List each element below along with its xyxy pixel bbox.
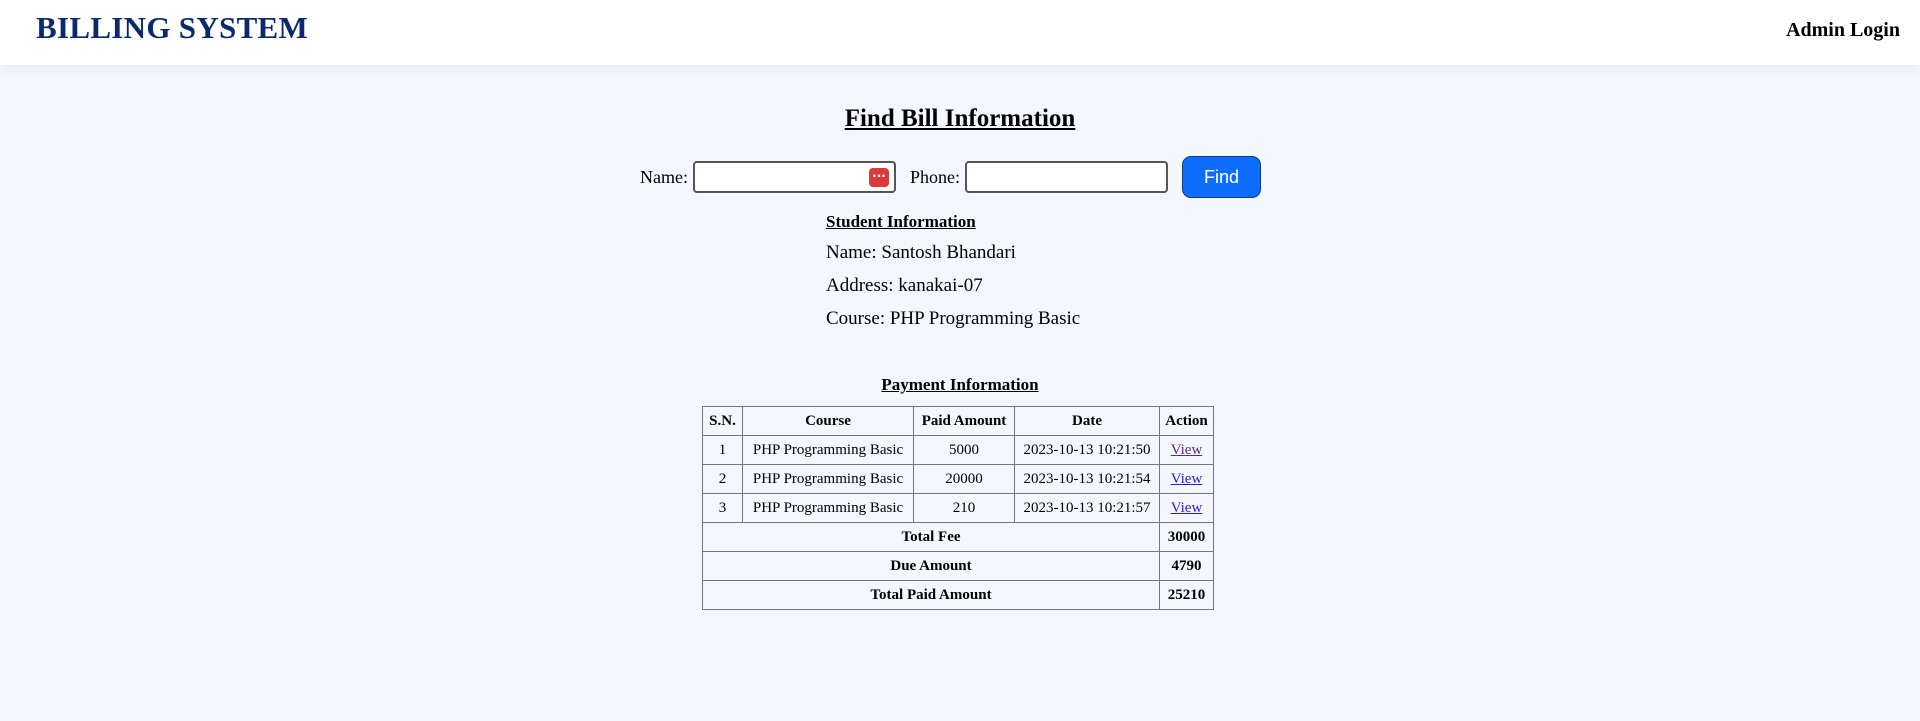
row-action-cell: View [1159,493,1214,523]
table-row: 3 PHP Programming Basic 210 2023-10-13 1… [702,493,1214,523]
view-link[interactable]: View [1171,500,1203,516]
column-header-action: Action [1159,406,1214,436]
row-course: PHP Programming Basic [742,493,914,523]
payment-info-heading: Payment Information [881,375,1039,394]
row-sn: 1 [702,435,743,465]
row-date: 2023-10-13 10:21:54 [1014,464,1160,494]
top-navbar: BILLING SYSTEM Admin Login [0,0,1920,65]
find-button[interactable]: Find [1182,156,1261,198]
row-course: PHP Programming Basic [742,435,914,465]
column-header-course: Course [742,406,914,436]
table-header-row: S.N. Course Paid Amount Date Action [702,406,1214,436]
total-fee-row: Total Fee 30000 [702,522,1214,552]
phone-label: Phone: [909,166,960,187]
total-paid-value: 25210 [1159,580,1214,610]
student-information: Student Information Name: Santosh Bhanda… [826,212,1080,340]
password-manager-icon[interactable]: ··· [868,168,889,187]
search-form: Name: ··· Phone: Find [640,156,1261,198]
row-action-cell: View [1159,464,1214,494]
table-row: 1 PHP Programming Basic 5000 2023-10-13 … [702,435,1214,465]
brand-title[interactable]: BILLING SYSTEM [36,10,308,46]
total-fee-label: Total Fee [702,522,1160,552]
row-amount: 20000 [913,464,1015,494]
column-header-sn: S.N. [702,406,743,436]
column-header-date: Date [1014,406,1160,436]
row-amount: 210 [913,493,1015,523]
row-sn: 2 [702,464,743,494]
row-amount: 5000 [913,435,1015,465]
student-address: Address: kanakai-07 [826,275,983,296]
student-info-heading: Student Information [826,212,976,231]
student-name: Name: Santosh Bhandari [826,242,1016,263]
row-date: 2023-10-13 10:21:57 [1014,493,1160,523]
row-sn: 3 [702,493,743,523]
payment-table: S.N. Course Paid Amount Date Action 1 PH… [702,406,1214,610]
due-amount-row: Due Amount 4790 [702,551,1214,581]
row-action-cell: View [1159,435,1214,465]
due-amount-label: Due Amount [702,551,1160,581]
view-link[interactable]: View [1171,471,1203,487]
total-paid-row: Total Paid Amount 25210 [702,580,1214,610]
phone-input[interactable] [965,161,1168,193]
page-title: Find Bill Information [844,105,1076,132]
student-course: Course: PHP Programming Basic [826,308,1081,329]
total-paid-label: Total Paid Amount [702,580,1160,610]
row-date: 2023-10-13 10:21:50 [1014,435,1160,465]
total-fee-value: 30000 [1159,522,1214,552]
column-header-paid-amount: Paid Amount [913,406,1015,436]
name-input[interactable]: ··· [692,161,896,193]
view-link[interactable]: View [1171,442,1203,458]
row-course: PHP Programming Basic [742,464,914,494]
admin-login-link[interactable]: Admin Login [1786,19,1900,42]
due-amount-value: 4790 [1159,551,1214,581]
table-row: 2 PHP Programming Basic 20000 2023-10-13… [702,464,1214,494]
name-label: Name: [640,166,688,187]
